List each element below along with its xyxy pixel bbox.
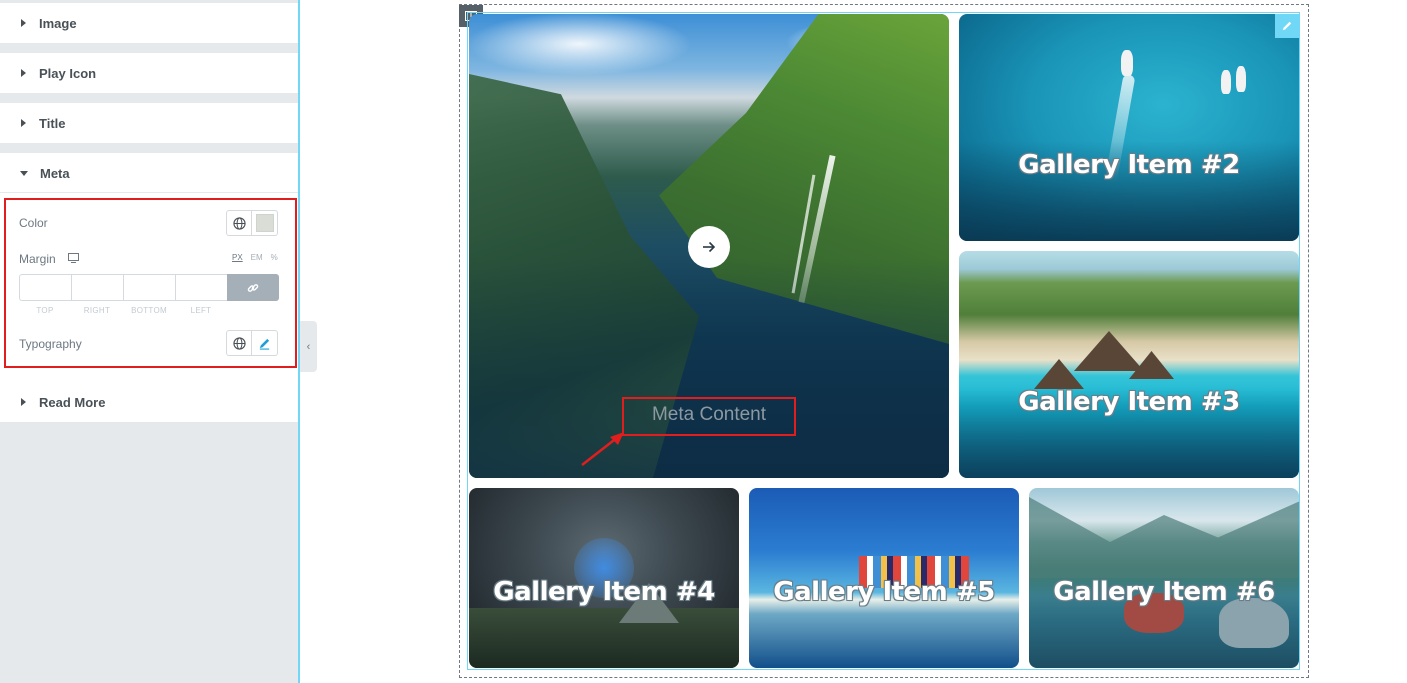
section-read-more[interactable]: Read More <box>0 382 298 422</box>
gallery-item-title: Gallery Item #3 <box>1018 387 1240 417</box>
caret-right-icon <box>21 19 26 27</box>
gallery-item-title: Gallery Item #6 <box>1053 577 1275 607</box>
gallery-item-3[interactable]: Gallery Item #3 <box>959 251 1299 478</box>
caret-right-icon <box>21 398 26 406</box>
section-title-header[interactable]: Title <box>0 103 298 143</box>
gallery-item-title: Gallery Item #5 <box>773 577 995 607</box>
caret-right-icon <box>21 69 26 77</box>
tile-image-detail <box>1236 66 1246 92</box>
section-title-title: Title <box>39 115 66 131</box>
section-image-header[interactable]: Image <box>0 3 298 43</box>
gallery-item-title: Gallery Item #4 <box>493 577 715 607</box>
tile-image-detail <box>1121 50 1133 76</box>
pencil-icon <box>1282 21 1292 31</box>
section-read-more-title: Read More <box>39 394 106 410</box>
gallery-item-2[interactable]: Gallery Item #2 <box>959 14 1299 241</box>
tile-image-detail <box>469 608 739 668</box>
widget-edit-button[interactable] <box>1275 14 1299 38</box>
section-play-icon-header[interactable]: Play Icon <box>0 53 298 93</box>
section-play-icon-title: Play Icon <box>39 65 97 81</box>
chevron-left-icon: ‹ <box>306 340 311 353</box>
tile-image-detail <box>1034 359 1084 389</box>
section-play-icon[interactable]: Play Icon <box>0 53 298 93</box>
meta-content-highlight <box>622 397 796 436</box>
arrow-right-icon <box>703 241 716 253</box>
annotation-arrow-icon <box>581 432 624 466</box>
section-image-title: Image <box>39 15 77 31</box>
tile-image-detail <box>1074 331 1144 371</box>
tile-image-detail <box>1029 497 1299 578</box>
meta-controls-highlight <box>4 198 297 368</box>
section-meta-title: Meta <box>40 165 70 181</box>
section-meta-header[interactable]: Meta <box>0 153 298 193</box>
gallery-item-title: Gallery Item #2 <box>1018 150 1240 180</box>
tile-overlay <box>469 258 949 478</box>
tile-image-detail <box>1221 70 1231 94</box>
section-read-more-header[interactable]: Read More <box>0 382 298 422</box>
gallery-item-5[interactable]: Gallery Item #5 <box>749 488 1019 668</box>
caret-right-icon <box>21 119 26 127</box>
caret-down-icon <box>20 170 28 176</box>
section-meta[interactable]: Meta <box>0 153 298 193</box>
section-image[interactable]: Image <box>0 3 298 43</box>
collapse-panel-button[interactable]: ‹ <box>300 321 317 372</box>
section-title[interactable]: Title <box>0 103 298 143</box>
gallery-item-4[interactable]: Gallery Item #4 <box>469 488 739 668</box>
play-button[interactable] <box>688 226 730 268</box>
gallery-item-6[interactable]: Gallery Item #6 <box>1029 488 1299 668</box>
